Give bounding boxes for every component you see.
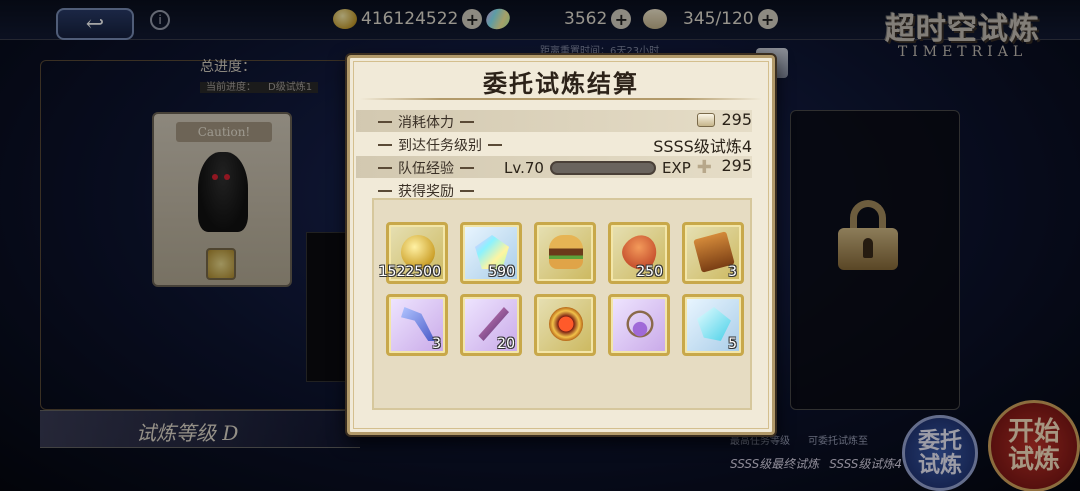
reward-magic-staff[interactable]: 20 (460, 294, 522, 356)
reward-amulet[interactable] (608, 294, 670, 356)
team-level: Lv.70 (504, 158, 544, 177)
plus-icon: ✚ (696, 157, 712, 178)
stamina-cost-label: 消耗体力 (378, 112, 474, 132)
sun-emblem-icon (549, 307, 583, 341)
reward-blue-hammer[interactable]: 3 (386, 294, 448, 356)
title-divider (360, 98, 762, 100)
reward-rainbow-gem[interactable]: 590 (460, 222, 522, 284)
reward-qty: 3 (432, 336, 441, 352)
reward-qty: 3 (728, 264, 737, 280)
stamina-cost-value: 295 (721, 110, 752, 129)
reward-blue-crystal[interactable]: 5 (682, 294, 744, 356)
reward-qty: 20 (497, 336, 515, 352)
reached-level-row: 到达任务级别 SSSS级试炼4 (356, 133, 752, 156)
reward-qty: 250 (636, 264, 663, 280)
reached-level-value: SSSS级试炼4 (653, 137, 752, 156)
exp-bar (549, 160, 656, 175)
reward-qty: 1522500 (378, 264, 441, 280)
dialog-title: 委托试炼结算 (483, 69, 639, 98)
reward-burger[interactable] (534, 222, 596, 284)
amulet-icon (623, 307, 657, 341)
reward-gold-coin[interactable]: 1522500 (379, 222, 448, 284)
burger-icon (549, 235, 583, 269)
team-exp-row: 队伍经验 Lv.70 EXP ✚ 295 (356, 156, 752, 178)
reached-level-label: 到达任务级别 (378, 135, 502, 155)
settlement-dialog: 委托试炼结算 消耗体力 295 到达任务级别 SSSS级试炼4 队伍经验 Lv.… (347, 55, 775, 435)
reward-ticket-card[interactable]: 3 (682, 222, 744, 284)
exp-tag: EXP (661, 158, 691, 177)
reward-sun-emblem[interactable] (534, 294, 596, 356)
team-exp-value: 295 (721, 156, 752, 175)
stamina-icon (697, 112, 716, 127)
reward-qty: 590 (488, 264, 515, 280)
reward-orange-seed[interactable]: 250 (608, 222, 670, 284)
stamina-row: 消耗体力 295 (356, 110, 752, 132)
blue-crystal-icon (697, 307, 731, 341)
reward-grid: 1522500 590 250 3 3 20 5 (372, 198, 752, 410)
reward-qty: 5 (728, 336, 737, 352)
blue-hammer-icon (401, 307, 435, 341)
team-exp-label: 队伍经验 (378, 158, 474, 178)
